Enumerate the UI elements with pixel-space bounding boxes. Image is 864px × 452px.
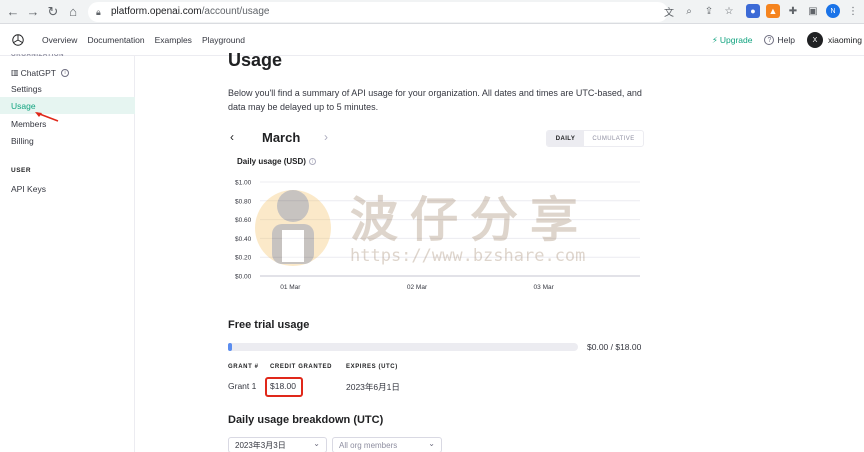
y-tick-label: $0.40 — [235, 236, 252, 243]
help-label: Help — [777, 35, 795, 45]
url-path: /account/usage — [201, 6, 270, 17]
y-tick-label: $0.20 — [235, 255, 252, 262]
date-select-value: 2023年3月3日 — [235, 440, 286, 450]
nav-examples[interactable]: Examples — [150, 35, 197, 45]
sidebar-item-billing[interactable]: Billing — [0, 132, 135, 149]
upgrade-button[interactable]: ⚡︎ Upgrade — [712, 35, 753, 46]
breakdown-title: Daily usage breakdown (UTC) — [228, 414, 384, 426]
month-label: March — [262, 130, 301, 145]
y-tick-label: $0.00 — [235, 274, 252, 281]
sidepanel-icon[interactable]: ▣ — [806, 4, 820, 18]
x-tick-label: 01 Mar — [280, 284, 301, 291]
nav-playground[interactable]: Playground — [197, 35, 250, 45]
back-icon[interactable]: ← — [4, 3, 22, 21]
members-select-value: All org members — [339, 440, 398, 450]
info-icon[interactable]: i — [308, 158, 316, 165]
sidebar-item-settings[interactable]: Settings — [0, 80, 135, 97]
sidebar-heading-organization: ORGANIZATION — [11, 54, 65, 58]
chevron-down-icon: ⌄ — [313, 439, 320, 448]
toggle-daily[interactable]: DAILY — [547, 131, 584, 146]
extensions-puzzle-icon[interactable]: ✚ — [786, 4, 800, 18]
lock-icon: 🔒︎ — [96, 6, 101, 17]
sidebar-item-label: Usage — [11, 100, 36, 111]
daily-usage-chart: $0.00 $0.20 $0.40 $0.60 $0.80 $1.00 01 Mar 02 M… — [235, 180, 640, 291]
toggle-cumulative[interactable]: CUMULATIVE — [584, 131, 643, 146]
chart-title: Daily usage (USD) i — [237, 157, 316, 166]
x-tick-label: 02 Mar — [407, 284, 428, 291]
extension-fox-icon[interactable]: ▲ — [766, 4, 780, 18]
sidebar-item-api-keys[interactable]: API Keys — [0, 180, 135, 197]
question-icon: ? — [764, 35, 775, 45]
month-navigator: ‹ March › DAILY CUMULATIVE — [228, 130, 646, 148]
grant-header-expires: EXPIRES (UTC) — [346, 364, 398, 370]
sidebar-item-label: Billing — [11, 135, 34, 146]
sidebar-item-label: ChatGPT — [20, 67, 56, 78]
user-avatar: X — [806, 32, 823, 48]
share-icon[interactable]: ⇪ — [702, 4, 716, 18]
credit-progress-bar — [228, 343, 578, 351]
menu-kebab-icon[interactable]: ⋮ — [846, 4, 860, 18]
chevron-down-icon: ⌄ — [428, 439, 435, 448]
upgrade-label: Upgrade — [719, 35, 753, 45]
credit-progress-fill — [228, 343, 232, 351]
grant-number: Grant 1 — [228, 381, 257, 391]
help-button[interactable]: ? Help — [764, 35, 795, 45]
address-bar[interactable]: 🔒︎ platform.openai.com/account/usage — [88, 1, 668, 22]
bolt-icon: ⚡︎ — [711, 34, 718, 45]
browser-toolbar: ← → ↻ ⌂ 🔒︎ platform.openai.com/account/u… — [0, 0, 864, 24]
sidebar-item-members[interactable]: Members — [0, 115, 135, 132]
extension-globe-icon[interactable]: ● — [746, 4, 760, 18]
y-tick-label: $0.80 — [235, 198, 252, 205]
forward-icon[interactable]: → — [24, 3, 42, 21]
url-host: platform.openai.com — [111, 6, 202, 17]
page-description: Below you'll find a summary of API usage… — [228, 88, 642, 112]
info-icon: i — [61, 68, 69, 77]
translate-icon[interactable]: 文 — [662, 4, 676, 19]
grant-expires: 2023年6月1日 — [346, 382, 400, 392]
zoom-icon[interactable]: ⌕ — [682, 4, 696, 18]
y-tick-label: $0.60 — [235, 217, 252, 224]
y-tick-label: $1.00 — [235, 180, 252, 187]
profile-avatar[interactable]: N — [826, 4, 840, 18]
date-select[interactable]: 2023年3月3日 ⌄ — [228, 437, 327, 452]
chevron-left-icon[interactable]: ‹ — [230, 130, 234, 144]
app-header: Overview Documentation Examples Playgrou… — [0, 24, 864, 56]
free-trial-title: Free trial usage — [228, 319, 310, 331]
sidebar-heading-user: USER — [11, 167, 32, 174]
members-select[interactable]: All org members ⌄ — [332, 437, 442, 452]
grant-header-number: GRANT # — [228, 364, 259, 370]
bookmark-star-icon[interactable]: ☆ — [722, 4, 736, 18]
annotation-arrow-icon — [35, 112, 59, 122]
sidebar-item-label: API Keys — [11, 183, 46, 194]
home-icon[interactable]: ⌂ — [64, 3, 82, 21]
nav-overview[interactable]: Overview — [37, 35, 82, 45]
nav-documentation[interactable]: Documentation — [82, 35, 149, 45]
sidebar: ORGANIZATION ▥ ChatGPT i Settings Usage … — [0, 54, 135, 452]
username: xiaoming — [827, 35, 862, 45]
grant-header-credit: CREDIT GRANTED — [270, 364, 333, 370]
x-tick-label: 03 Mar — [534, 284, 555, 291]
sidebar-item-chatgpt[interactable]: ▥ ChatGPT i — [0, 64, 135, 81]
sidebar-item-usage[interactable]: Usage — [0, 97, 135, 114]
view-toggle: DAILY CUMULATIVE — [546, 130, 644, 147]
credit-progress-label: $0.00 / $18.00 — [587, 342, 642, 352]
chart-title-label: Daily usage (USD) — [237, 157, 306, 166]
sidebar-item-label: Settings — [11, 83, 42, 94]
page-title: Usage — [228, 50, 283, 70]
openai-logo-icon[interactable] — [11, 33, 25, 47]
building-icon: ▥ — [11, 68, 19, 77]
chevron-right-icon[interactable]: › — [324, 130, 328, 144]
annotation-highlight-box — [265, 377, 303, 397]
reload-icon[interactable]: ↻ — [44, 3, 62, 21]
user-menu[interactable]: X xiaoming — [806, 32, 862, 48]
